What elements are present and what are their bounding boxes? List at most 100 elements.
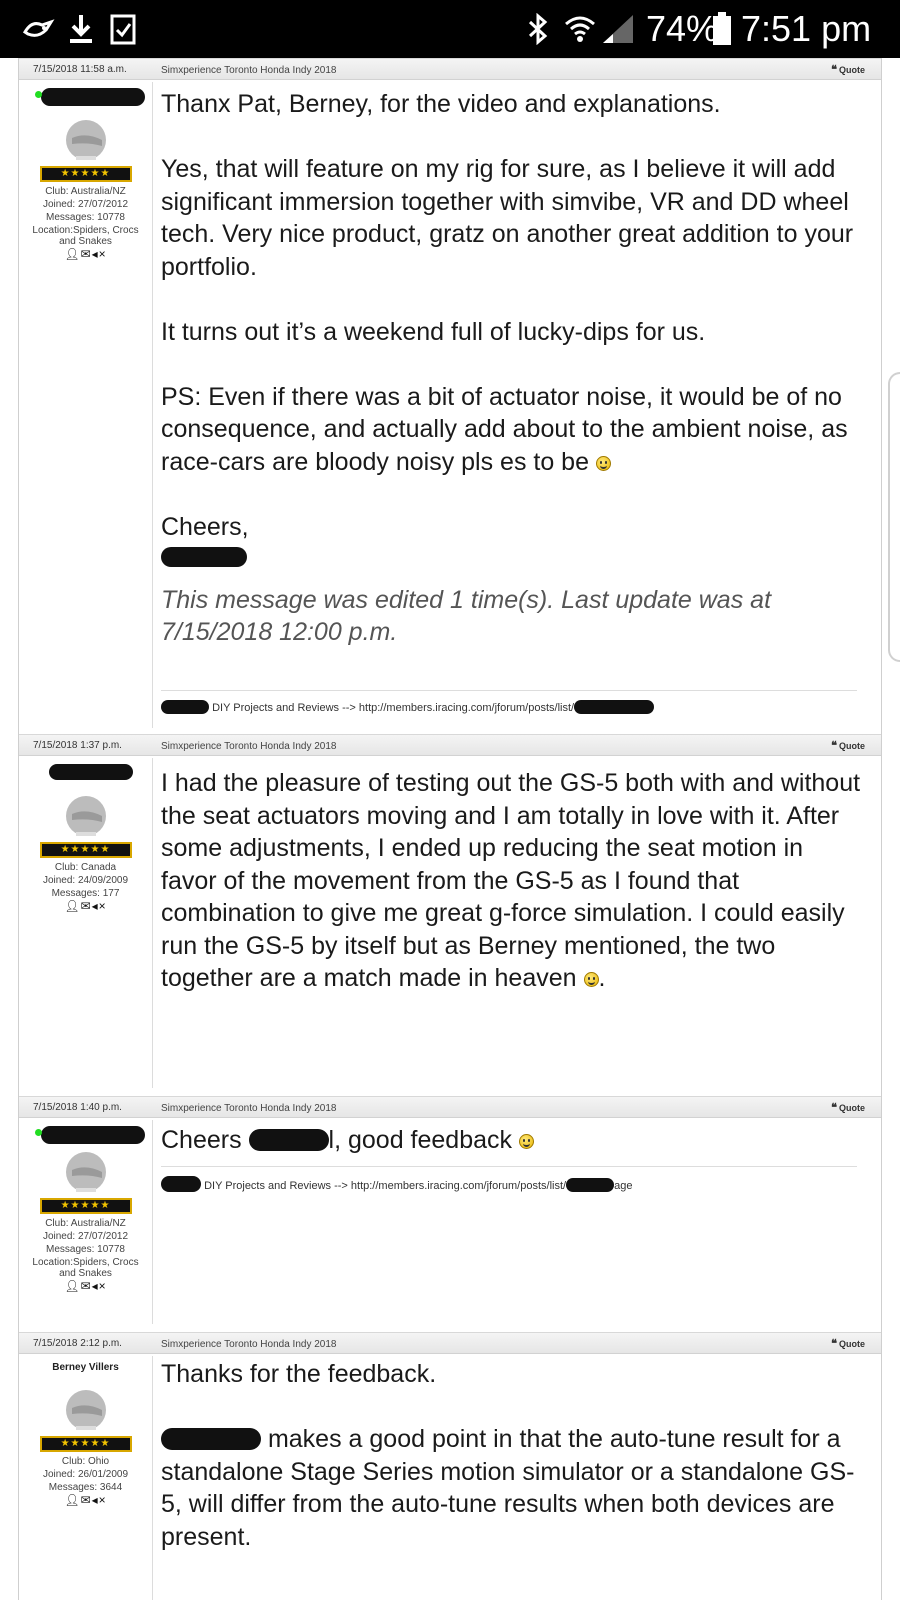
download-icon (66, 12, 96, 46)
user-actions: 👤︎✉◂× (19, 247, 152, 261)
quote-label: Quote (839, 1103, 865, 1113)
assistant-icon (20, 12, 60, 46)
post-topic: Simxperience Toronto Honda Indy 2018 (161, 741, 337, 752)
mail-icon[interactable]: ✉ (81, 1279, 92, 1293)
quote-button[interactable]: ❝ Quote (831, 1101, 865, 1114)
bluetooth-icon (524, 12, 552, 46)
post-body: I had the pleasure of testing out the GS… (161, 767, 861, 995)
checkbox-icon (108, 12, 138, 46)
post-paragraph: PS: Even if there was a bit of actuator … (161, 381, 861, 479)
quote-icon: ❝ (831, 740, 837, 752)
battery-percent: 74% (646, 8, 719, 49)
redacted-name (41, 88, 145, 106)
mute-icon[interactable]: ◂× (92, 899, 107, 913)
avatar-helmet-icon[interactable] (62, 1146, 110, 1194)
post-paragraph: I had the pleasure of testing out the GS… (161, 767, 861, 995)
rank-badge: ★★★★★ (39, 1436, 132, 1452)
quote-label: Quote (839, 65, 865, 75)
post-text: I had the pleasure of testing out the GS… (161, 769, 861, 992)
post-date: 7/15/2018 11:58 a.m. (33, 64, 127, 75)
signature: DIY Projects and Reviews --> http://memb… (161, 1166, 857, 1192)
smiley-icon (595, 455, 611, 471)
post-text: l, good feedback (328, 1126, 513, 1154)
post-date: 7/15/2018 2:12 p.m. (33, 1338, 122, 1349)
user-location: Location:Spiders, Crocs and Snakes (32, 225, 139, 247)
post-text: Cheers (161, 1126, 249, 1154)
post-paragraph: Cheers l, good feedback (161, 1124, 861, 1157)
avatar-helmet-icon[interactable] (62, 790, 110, 838)
post-paragraph: makes a good point in that the auto-tune… (161, 1423, 861, 1553)
post-paragraph: It turns out it’s a weekend full of luck… (161, 317, 706, 346)
user-joined: Joined: 27/07/2012 (42, 1231, 129, 1242)
signature-link[interactable]: http://members.iracing.com/jforum/posts/… (359, 702, 574, 714)
username[interactable] (27, 1126, 145, 1144)
forum-post: 7/15/2018 11:58 a.m. Simxperience Toront… (19, 58, 881, 730)
redacted-name (161, 1428, 261, 1450)
edit-note: This message was edited 1 time(s). Last … (161, 585, 772, 647)
quote-button[interactable]: ❝ Quote (831, 1337, 865, 1350)
user-messages: Messages: 3644 (48, 1482, 123, 1493)
user-messages: Messages: 10778 (46, 212, 125, 223)
forum-post: 7/15/2018 1:40 p.m. Simxperience Toronto… (19, 1096, 881, 1324)
quote-icon: ❝ (831, 1102, 837, 1114)
avatar-helmet-icon[interactable] (62, 114, 110, 162)
post-header: 7/15/2018 1:37 p.m. Simxperience Toronto… (19, 734, 881, 756)
online-status-icon (35, 1129, 42, 1136)
smiley-icon (583, 972, 599, 987)
redacted-link (574, 700, 655, 714)
signature-tail: age (614, 1180, 633, 1192)
quote-icon: ❝ (831, 1338, 837, 1350)
user-club: Club: Australia/NZ (45, 1218, 126, 1229)
user-club: Club: Australia/NZ (45, 186, 126, 197)
username[interactable] (27, 88, 145, 106)
user-club: Club: Ohio (61, 1456, 110, 1467)
forum-thread: 7/15/2018 11:58 a.m. Simxperience Toront… (18, 58, 882, 1600)
profile-icon[interactable]: 👤︎ (64, 899, 80, 913)
post-topic: Simxperience Toronto Honda Indy 2018 (161, 1339, 337, 1350)
mail-icon[interactable]: ✉ (81, 1493, 92, 1507)
post-date: 7/15/2018 1:40 p.m. (33, 1102, 122, 1113)
forum-post: 7/15/2018 2:12 p.m. Simxperience Toronto… (19, 1332, 881, 1600)
mute-icon[interactable]: ◂× (92, 1279, 107, 1293)
user-joined: Joined: 24/09/2009 (42, 875, 129, 886)
user-actions: 👤︎✉◂× (19, 1279, 152, 1293)
post-body: Thanks for the feedback. makes a good po… (161, 1358, 861, 1553)
post-paragraph: Cheers, (161, 512, 249, 541)
profile-icon[interactable]: 👤︎ (64, 247, 80, 261)
signal-icon (600, 12, 636, 46)
mute-icon[interactable]: ◂× (92, 1493, 107, 1507)
redacted-name (248, 1129, 329, 1151)
username[interactable] (27, 764, 144, 782)
post-header: 7/15/2018 1:40 p.m. Simxperience Toronto… (19, 1096, 881, 1118)
post-paragraph: Thanks for the feedback. (161, 1360, 437, 1388)
redacted-name (161, 700, 209, 714)
quote-button[interactable]: ❝ Quote (831, 63, 865, 76)
mail-icon[interactable]: ✉ (81, 899, 92, 913)
user-panel: Berney Villers ★★★★★ Club: Ohio Joined: … (19, 1356, 153, 1600)
rank-badge: ★★★★★ (39, 166, 132, 182)
rank-badge: ★★★★★ (39, 842, 132, 858)
post-date: 7/15/2018 1:37 p.m. (33, 740, 122, 751)
scrollbar-handle[interactable] (888, 372, 900, 662)
user-messages: Messages: 10778 (46, 1244, 125, 1255)
mute-icon[interactable]: ◂× (92, 247, 107, 261)
quote-button[interactable]: ❝ Quote (831, 739, 865, 752)
signature-label: DIY Projects and Reviews --> (212, 702, 359, 714)
signature-link[interactable]: http://members.iracing.com/jforum/posts/… (351, 1180, 566, 1192)
profile-icon[interactable]: 👤︎ (64, 1493, 80, 1507)
redacted-link (566, 1178, 615, 1192)
post-header: 7/15/2018 11:58 a.m. Simxperience Toront… (19, 58, 881, 80)
post-text: PS: Even if there was a bit of actuator … (161, 382, 848, 476)
user-panel: ★★★★★ Club: Canada Joined: 24/09/2009 Me… (19, 758, 153, 1088)
profile-icon[interactable]: 👤︎ (64, 1279, 80, 1293)
status-bar: 74% 7:51 pm (0, 0, 900, 58)
username[interactable]: Berney Villers (27, 1362, 144, 1380)
avatar-helmet-icon[interactable] (62, 1384, 110, 1432)
post-header: 7/15/2018 2:12 p.m. Simxperience Toronto… (19, 1332, 881, 1354)
post-text: . (598, 964, 606, 992)
redacted-name (41, 1126, 145, 1144)
user-club: Club: Canada (54, 862, 117, 873)
mail-icon[interactable]: ✉ (81, 247, 92, 261)
user-actions: 👤︎✉◂× (19, 1493, 152, 1507)
battery-icon (710, 12, 734, 46)
